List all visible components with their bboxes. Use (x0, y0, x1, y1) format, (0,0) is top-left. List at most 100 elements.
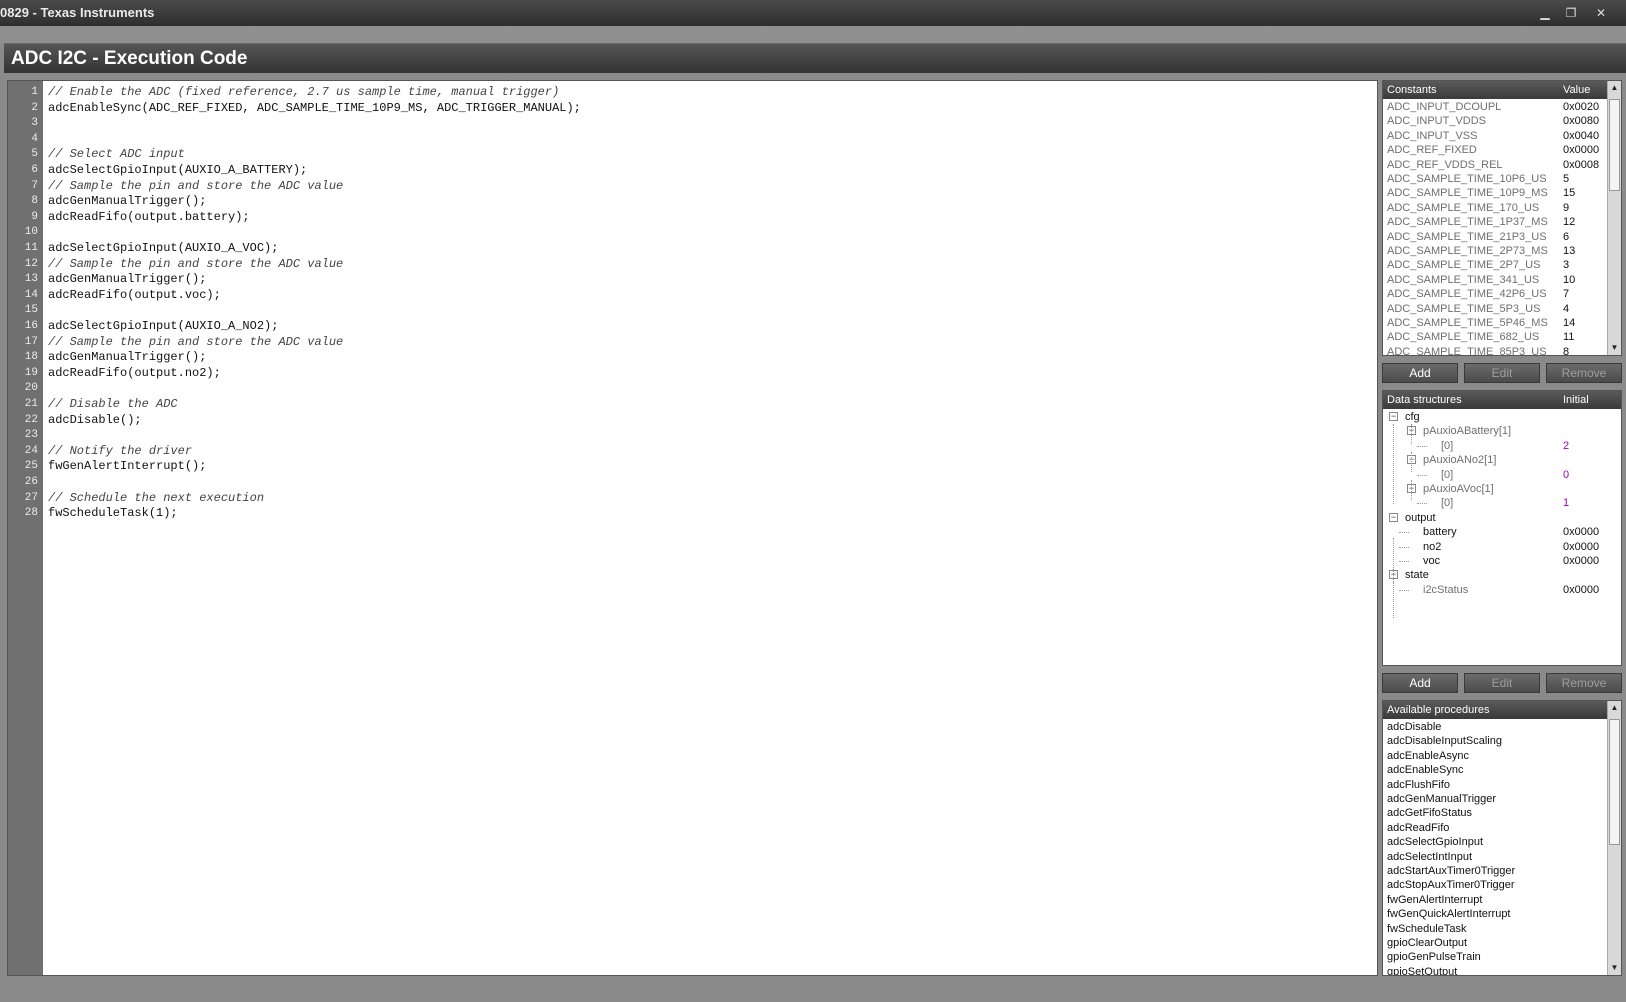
procedure-item[interactable]: gpioSetOutput (1387, 965, 1457, 975)
code-line[interactable]: // Enable the ADC (fixed reference, 2.7 … (48, 85, 559, 101)
procedure-item[interactable]: adcEnableAsync (1387, 749, 1469, 763)
code-line[interactable]: // Schedule the next execution (48, 491, 264, 507)
code-editor[interactable]: 1 2 3 4 5 6 7 8 9 10 11 12 13 14 15 16 17 18 19 20 21 22 23 24 2… (7, 80, 1378, 976)
constant-value[interactable]: 7 (1563, 287, 1569, 301)
tree-node-value[interactable]: 0 (1563, 468, 1569, 482)
procedure-item[interactable]: adcStopAuxTimer0Trigger (1387, 878, 1515, 892)
constant-value[interactable]: 15 (1563, 186, 1575, 200)
tree-node-label[interactable]: no2 (1423, 540, 1441, 554)
tree-node-value[interactable]: 0x0000 (1563, 554, 1599, 568)
constants-scrollbar[interactable]: ▲ ▼ (1607, 81, 1621, 355)
constants-scroll-thumb[interactable] (1609, 99, 1620, 191)
constants-remove-button[interactable]: Remove (1546, 363, 1622, 383)
arrow-up-icon[interactable]: ▲ (1608, 701, 1621, 715)
tree-node-label[interactable]: output (1405, 511, 1436, 525)
procedure-item[interactable]: adcDisableInputScaling (1387, 734, 1502, 748)
constant-name[interactable]: ADC_SAMPLE_TIME_85P3_US (1387, 345, 1547, 355)
code-line[interactable]: fwScheduleTask(1); (48, 506, 178, 522)
constant-value[interactable]: 11 (1563, 330, 1574, 344)
constant-value[interactable]: 8 (1563, 345, 1569, 355)
procedure-item[interactable]: gpioGenPulseTrain (1387, 950, 1481, 964)
procedures-scroll-thumb[interactable] (1609, 719, 1620, 845)
tree-node-label[interactable]: state (1405, 568, 1429, 582)
constant-name[interactable]: ADC_SAMPLE_TIME_42P6_US (1387, 287, 1547, 301)
code-line[interactable]: adcReadFifo(output.voc); (48, 288, 221, 304)
code-line[interactable]: adcGenManualTrigger(); (48, 350, 206, 366)
tree-node-label[interactable]: [0] (1441, 496, 1453, 510)
constant-name[interactable]: ADC_SAMPLE_TIME_682_US (1387, 330, 1539, 344)
procedure-item[interactable]: adcEnableSync (1387, 763, 1463, 777)
code-line[interactable]: adcReadFifo(output.battery); (48, 210, 250, 226)
constant-value[interactable]: 14 (1563, 316, 1575, 330)
data-structures-add-button[interactable]: Add (1382, 673, 1458, 693)
code-line[interactable]: adcSelectGpioInput(AUXIO_A_VOC); (48, 241, 278, 257)
procedure-item[interactable]: adcSelectGpioInput (1387, 835, 1483, 849)
arrow-up-icon[interactable]: ▲ (1608, 81, 1621, 95)
code-line[interactable]: // Sample the pin and store the ADC valu… (48, 335, 343, 351)
constant-name[interactable]: ADC_SAMPLE_TIME_170_US (1387, 201, 1539, 215)
constant-value[interactable]: 9 (1563, 201, 1569, 215)
tree-node-value[interactable]: 2 (1563, 439, 1569, 453)
constant-name[interactable]: ADC_SAMPLE_TIME_1P37_MS (1387, 215, 1548, 229)
constant-value[interactable]: 13 (1563, 244, 1575, 258)
tree-node-label[interactable]: pAuxioABattery[1] (1423, 424, 1511, 438)
code-line[interactable]: adcReadFifo(output.no2); (48, 366, 221, 382)
procedure-item[interactable]: adcStartAuxTimer0Trigger (1387, 864, 1515, 878)
constant-value[interactable]: 0x0020 (1563, 100, 1599, 114)
tree-node-label[interactable]: i2cStatus (1423, 583, 1468, 597)
constant-value[interactable]: 0x0080 (1563, 114, 1599, 128)
minus-box-icon[interactable]: − (1389, 412, 1398, 421)
constant-value[interactable]: 0x0000 (1563, 143, 1599, 157)
code-line[interactable]: adcEnableSync(ADC_REF_FIXED, ADC_SAMPLE_… (48, 101, 581, 117)
constant-name[interactable]: ADC_SAMPLE_TIME_10P9_MS (1387, 186, 1548, 200)
constant-name[interactable]: ADC_INPUT_VSS (1387, 129, 1477, 143)
procedure-item[interactable]: fwGenAlertInterrupt (1387, 893, 1482, 907)
procedure-item[interactable]: adcReadFifo (1387, 821, 1449, 835)
tree-node-value[interactable]: 1 (1563, 496, 1569, 510)
constant-name[interactable]: ADC_SAMPLE_TIME_2P7_US (1387, 258, 1540, 272)
code-line[interactable]: // Sample the pin and store the ADC valu… (48, 257, 343, 273)
procedure-item[interactable]: fwScheduleTask (1387, 922, 1467, 936)
data-structures-remove-button[interactable]: Remove (1546, 673, 1622, 693)
constant-value[interactable]: 5 (1563, 172, 1569, 186)
procedure-item[interactable]: adcSelectIntInput (1387, 850, 1472, 864)
constant-name[interactable]: ADC_SAMPLE_TIME_5P46_MS (1387, 316, 1548, 330)
constant-value[interactable]: 0x0008 (1563, 158, 1599, 172)
constant-value[interactable]: 10 (1563, 273, 1575, 287)
minus-box-icon[interactable]: − (1389, 512, 1398, 522)
tree-node-label[interactable]: [0] (1441, 468, 1453, 482)
constant-name[interactable]: ADC_INPUT_VDDS (1387, 114, 1486, 128)
tree-node-label[interactable]: [0] (1441, 439, 1453, 453)
constant-name[interactable]: ADC_SAMPLE_TIME_5P3_US (1387, 302, 1540, 316)
constant-value[interactable]: 12 (1563, 215, 1575, 229)
close-icon[interactable]: ✕ (1590, 4, 1612, 22)
procedure-item[interactable]: adcDisable (1387, 720, 1441, 734)
tree-node-value[interactable]: 0x0000 (1563, 525, 1599, 539)
tree-node-label[interactable]: voc (1423, 554, 1440, 568)
tree-node-label[interactable]: battery (1423, 525, 1457, 539)
tree-node-label[interactable]: pAuxioANo2[1] (1423, 453, 1496, 467)
constants-edit-button[interactable]: Edit (1464, 363, 1540, 383)
tree-node-label[interactable]: pAuxioAVoc[1] (1423, 482, 1494, 496)
constant-name[interactable]: ADC_SAMPLE_TIME_21P3_US (1387, 230, 1547, 244)
arrow-down-icon[interactable]: ▼ (1608, 961, 1621, 975)
code-line[interactable]: // Disable the ADC (48, 397, 178, 413)
procedure-item[interactable]: gpioClearOutput (1387, 936, 1467, 950)
tree-node-value[interactable]: 0x0000 (1563, 540, 1599, 554)
code-line[interactable]: // Sample the pin and store the ADC valu… (48, 179, 343, 195)
code-line[interactable]: adcGenManualTrigger(); (48, 272, 206, 288)
code-line[interactable]: fwGenAlertInterrupt(); (48, 459, 206, 475)
code-line[interactable]: // Notify the driver (48, 444, 192, 460)
restore-icon[interactable]: ❐ (1560, 4, 1582, 22)
constant-name[interactable]: ADC_SAMPLE_TIME_10P6_US (1387, 172, 1547, 186)
procedure-item[interactable]: adcGenManualTrigger (1387, 792, 1496, 806)
minimize-icon[interactable]: ▁ (1534, 4, 1556, 22)
constant-name[interactable]: ADC_REF_VDDS_REL (1387, 158, 1503, 172)
code-line[interactable]: adcDisable(); (48, 413, 142, 429)
procedures-scrollbar[interactable]: ▲ ▼ (1607, 701, 1621, 975)
constant-value[interactable]: 4 (1563, 302, 1569, 316)
code-line[interactable]: adcSelectGpioInput(AUXIO_A_BATTERY); (48, 163, 307, 179)
constant-value[interactable]: 3 (1563, 258, 1569, 272)
constant-name[interactable]: ADC_REF_FIXED (1387, 143, 1477, 157)
constant-name[interactable]: ADC_SAMPLE_TIME_341_US (1387, 273, 1539, 287)
